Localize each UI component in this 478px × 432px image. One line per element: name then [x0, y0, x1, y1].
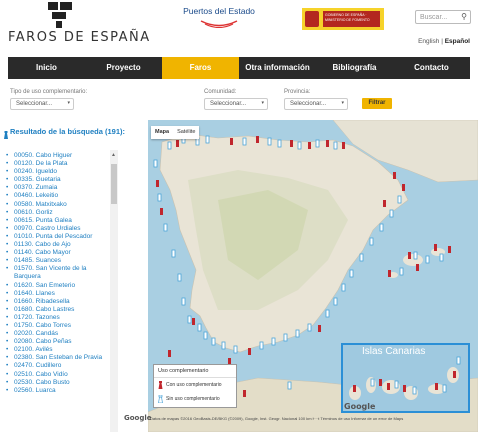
site-logo-text[interactable]: FAROS DE ESPAÑA	[8, 30, 151, 45]
result-item[interactable]: 01660. Ribadesella	[6, 298, 112, 306]
result-item[interactable]: 02080. Cabo Peñas	[6, 338, 112, 346]
search-input[interactable]: Buscar... ⚲	[415, 10, 471, 24]
google-logo: Google	[344, 402, 376, 411]
scrollbar-thumb[interactable]	[111, 164, 117, 204]
result-item[interactable]: 01720. Tazones	[6, 314, 112, 322]
result-item[interactable]: 01570. San Vicente de la Barquera	[6, 265, 112, 281]
legend-item-without: Sin uso complementario	[154, 392, 236, 406]
nav-faros[interactable]: Faros	[162, 57, 239, 79]
lang-english-link[interactable]: English	[418, 38, 439, 45]
uso-select[interactable]: Seleccionar... ▾	[10, 98, 74, 110]
results-title: Resultado de la búsqueda (191):	[10, 127, 126, 136]
chevron-down-icon: ▾	[261, 100, 264, 106]
result-item[interactable]: 01140. Cabo Mayor	[6, 249, 112, 257]
result-item[interactable]: 00615. Punta Galea	[6, 217, 112, 225]
nav-bibliografia[interactable]: Bibliografía	[316, 57, 393, 79]
result-item[interactable]: 02470. Cudillero	[6, 362, 112, 370]
result-item[interactable]: 01010. Punta del Pescador	[6, 233, 112, 241]
map-type-satelite[interactable]: Satélite	[173, 126, 199, 139]
result-item[interactable]: 01680. Cabo Lastres	[6, 306, 112, 314]
filter-button[interactable]: Filtrar	[362, 98, 392, 109]
result-item[interactable]: 00460. Lekeitio	[6, 192, 112, 200]
result-item[interactable]: 00050. Cabo Higuer	[6, 152, 112, 160]
nav-otra-informacion[interactable]: Otra información	[239, 57, 316, 79]
result-item[interactable]: 02380. San Esteban de Pravia	[6, 354, 112, 362]
result-item[interactable]: 01620. San Emeterio	[6, 282, 112, 290]
result-item[interactable]: 00580. Matxitxako	[6, 201, 112, 209]
coat-of-arms-icon	[305, 11, 319, 27]
ministerio-label: GOBIERNO DE ESPAÑA · MINISTERIO DE FOMEN…	[323, 11, 380, 27]
result-item[interactable]: 00370. Zumaia	[6, 184, 112, 192]
comunidad-select[interactable]: Seleccionar... ▾	[204, 98, 268, 110]
provincia-label: Provincia:	[284, 89, 311, 95]
result-item[interactable]: 00240. Igueldo	[6, 168, 112, 176]
scroll-up-icon[interactable]: ▲	[111, 152, 116, 158]
nav-contacto[interactable]: Contacto	[393, 57, 470, 79]
faros-logo-icon[interactable]	[48, 2, 76, 28]
result-item[interactable]: 02560. Luarca	[6, 387, 112, 395]
result-item[interactable]: 02020. Candás	[6, 330, 112, 338]
map-type-control: Mapa Satélite	[151, 126, 200, 139]
result-item[interactable]: 02530. Cabo Busto	[6, 379, 112, 387]
nav-inicio[interactable]: Inicio	[8, 57, 85, 79]
result-item[interactable]: 01485. Suances	[6, 257, 112, 265]
search-icon[interactable]: ⚲	[461, 12, 467, 21]
result-item[interactable]: 00335. Guetaria	[6, 176, 112, 184]
lighthouse-icon	[4, 131, 8, 139]
chevron-down-icon: ▾	[67, 100, 70, 106]
result-item[interactable]: 01640. Llanes	[6, 290, 112, 298]
comunidad-label: Comunidad:	[204, 89, 237, 95]
result-item[interactable]: 00610. Gorliz	[6, 209, 112, 217]
provincia-select[interactable]: Seleccionar... ▾	[284, 98, 348, 110]
result-item[interactable]: 02510. Cabo Vidío	[6, 371, 112, 379]
map-attribution[interactable]: Datos de mapas ©2016 GeoBasis-DE/BKG (©2…	[150, 416, 478, 426]
legend-title: Uso complementario	[154, 365, 236, 378]
uso-label: Tipo de uso complementario:	[10, 89, 88, 95]
map-legend: Uso complementario Con uso complementari…	[153, 364, 237, 408]
canarias-title: Islas Canarias	[362, 346, 426, 357]
result-item[interactable]: 01130. Cabo de Ajo	[6, 241, 112, 249]
gobierno-logo[interactable]: GOBIERNO DE ESPAÑA · MINISTERIO DE FOMEN…	[302, 8, 384, 30]
legend-item-with: Con uso complementario	[154, 378, 236, 392]
result-item[interactable]: 00970. Castro Urdiales	[6, 225, 112, 233]
results-list: 00050. Cabo Higuer00120. De la Plata0024…	[6, 152, 112, 432]
results-scrollbar[interactable]: ▲	[110, 150, 118, 432]
lang-spanish-link[interactable]: Español	[445, 38, 470, 45]
language-switcher: English | Español	[418, 38, 470, 45]
result-item[interactable]: 01750. Cabo Torres	[6, 322, 112, 330]
google-logo-main: Google	[124, 414, 152, 422]
site-header: FAROS DE ESPAÑA Puertos del Estado GOBIE…	[0, 0, 478, 56]
puertos-del-estado-logo[interactable]: Puertos del Estado	[176, 6, 262, 34]
lighthouse-red-icon	[158, 381, 163, 389]
wave-icon	[200, 20, 238, 28]
result-item[interactable]: 02100. Avilés	[6, 346, 112, 354]
nav-proyecto[interactable]: Proyecto	[85, 57, 162, 79]
chevron-down-icon: ▾	[341, 100, 344, 106]
map-type-mapa[interactable]: Mapa	[151, 126, 173, 139]
result-item[interactable]: 00120. De la Plata	[6, 160, 112, 168]
lighthouse-blue-icon	[158, 395, 163, 403]
main-nav: Inicio Proyecto Faros Otra información B…	[8, 57, 470, 79]
